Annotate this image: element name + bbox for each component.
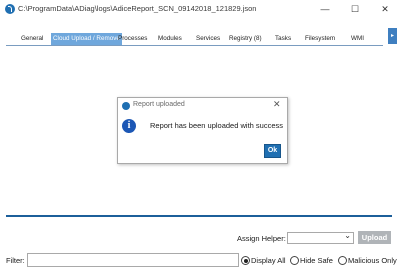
tab-modules[interactable]: Modules xyxy=(158,33,182,45)
report-uploaded-dialog: Report uploaded ✕ i Report has been uplo… xyxy=(117,97,288,164)
dialog-close-button[interactable]: ✕ xyxy=(273,99,281,110)
maximize-button[interactable]: ☐ xyxy=(340,0,370,20)
tab-scroll-right-button[interactable]: ▸ xyxy=(388,28,397,44)
hide-safe-label: Hide Safe xyxy=(300,256,333,265)
dialog-title: Report uploaded xyxy=(133,101,185,108)
display-all-label: Display All xyxy=(251,256,286,265)
upload-button[interactable]: Upload xyxy=(358,231,391,244)
assign-helper-select[interactable]: ⌄ xyxy=(287,231,354,244)
tab-registry[interactable]: Registry (8) xyxy=(229,33,262,45)
display-all-radio[interactable] xyxy=(241,256,250,265)
tab-bar: General Cloud Upload / Remove Processes … xyxy=(0,33,400,45)
minimize-button[interactable]: — xyxy=(310,0,340,20)
progress-bar xyxy=(6,215,392,217)
assign-helper-label: Assign Helper: xyxy=(237,234,286,243)
window-title: C:\ProgramData\ADiag\logs\AdiceReport_SC… xyxy=(18,4,257,13)
dialog-app-icon xyxy=(122,102,130,110)
filter-label: Filter: xyxy=(6,256,25,265)
tab-filesystem[interactable]: Filesystem xyxy=(305,33,335,45)
dialog-message: Report has been uploaded with success xyxy=(150,121,284,130)
malicious-only-label: Malicious Only xyxy=(348,256,397,265)
info-icon: i xyxy=(122,119,136,133)
tab-cloud-upload-remove[interactable]: Cloud Upload / Remove xyxy=(51,33,122,45)
malicious-only-radio[interactable] xyxy=(338,256,347,265)
chevron-down-icon: ⌄ xyxy=(344,231,351,240)
tab-bar-divider xyxy=(6,45,383,46)
tab-wmi[interactable]: WMI xyxy=(351,33,364,45)
title-bar: C:\ProgramData\ADiag\logs\AdiceReport_SC… xyxy=(0,0,400,20)
tab-services[interactable]: Services xyxy=(196,33,220,45)
ok-button[interactable]: Ok xyxy=(264,144,281,158)
hide-safe-radio[interactable] xyxy=(290,256,299,265)
tab-general[interactable]: General xyxy=(21,33,43,45)
filter-input[interactable] xyxy=(27,253,239,267)
app-icon xyxy=(5,4,15,14)
close-button[interactable]: ✕ xyxy=(370,0,400,20)
tab-processes[interactable]: Processes xyxy=(118,33,147,45)
tab-tasks[interactable]: Tasks xyxy=(275,33,291,45)
